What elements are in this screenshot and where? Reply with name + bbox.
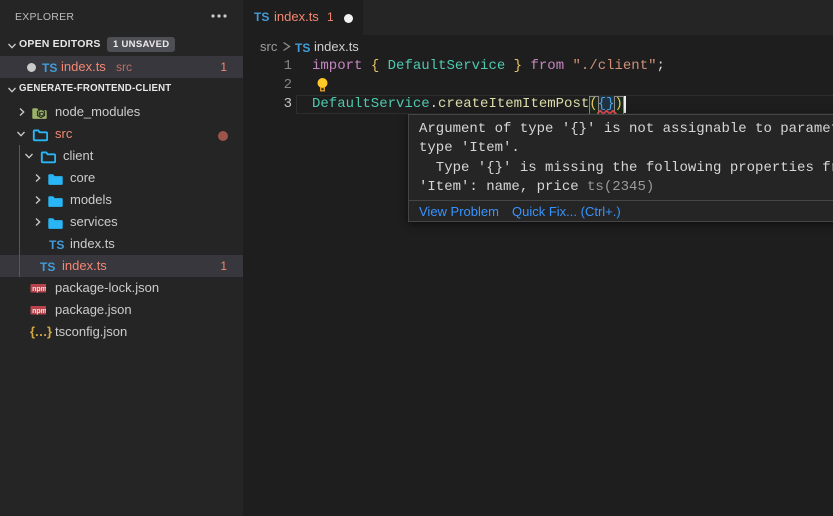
svg-text:npm: npm [32,286,46,293]
svg-text:npm: npm [32,308,46,315]
